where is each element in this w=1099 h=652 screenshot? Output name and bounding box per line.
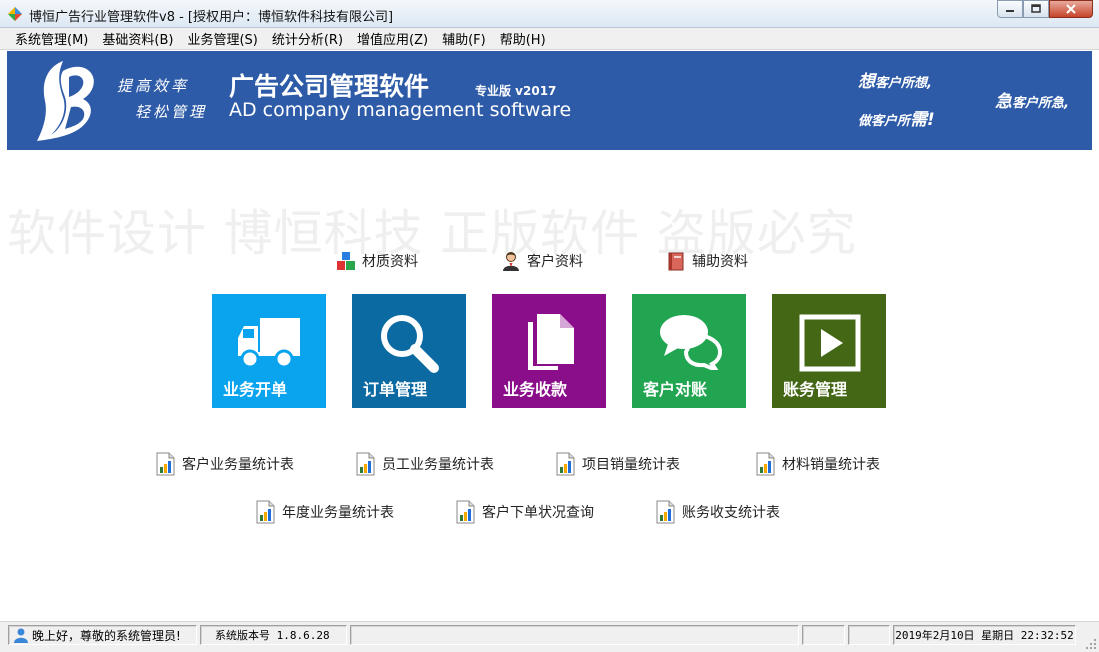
tile-new-order[interactable]: 业务开单 xyxy=(212,294,326,408)
book-icon xyxy=(668,252,684,271)
report-chart-icon xyxy=(556,452,575,476)
chat-bubbles-icon xyxy=(660,315,722,370)
tagline-1: 想客户所想, xyxy=(858,72,932,92)
status-bar: 晚上好，尊敬的系统管理员! 系统版本号 1.8.6.28 2019年2月10日 … xyxy=(0,621,1099,652)
report-chart-icon xyxy=(256,500,275,524)
close-icon xyxy=(1066,4,1076,14)
tagline-3: 急客户所急, xyxy=(995,92,1069,112)
quick-link-label: 辅助资料 xyxy=(692,254,748,270)
report-project-sales[interactable]: 项目销量统计表 xyxy=(555,452,680,476)
quick-link-customer[interactable]: 客户资料 xyxy=(501,251,583,271)
slogan-line-1: 提高效率 xyxy=(117,77,190,95)
restore-button[interactable] xyxy=(1023,0,1049,18)
menu-business[interactable]: 业务管理(S) xyxy=(180,29,264,48)
app-icon xyxy=(8,7,22,21)
report-label: 项目销量统计表 xyxy=(582,457,680,473)
title-bar[interactable]: 博恒广告行业管理软件v8 - [授权用户：博恒软件科技有限公司] xyxy=(0,0,1099,28)
menu-statistics[interactable]: 统计分析(R) xyxy=(265,29,350,48)
customer-person-icon xyxy=(503,252,519,271)
magnifier-icon xyxy=(381,315,439,373)
report-label: 年度业务量统计表 xyxy=(282,505,394,521)
tile-accounts-management[interactable]: 账务管理 xyxy=(772,294,886,408)
report-chart-icon xyxy=(156,452,175,476)
main-content: 软件设计 博恒科技 正版软件 盗版必究 材质资料 客户资料 辅助资料 业务开单 … xyxy=(7,150,1092,620)
quick-link-label: 材质资料 xyxy=(362,254,418,270)
report-employee-volume[interactable]: 员工业务量统计表 xyxy=(355,452,494,476)
tile-order-management[interactable]: 订单管理 xyxy=(352,294,466,408)
greeting-text: 晚上好，尊敬的系统管理员! xyxy=(32,628,181,643)
close-button[interactable] xyxy=(1049,0,1093,18)
status-empty-3 xyxy=(848,625,890,645)
product-name: 广告公司管理软件 xyxy=(229,72,430,101)
status-version: 系统版本号 1.8.6.28 xyxy=(200,625,347,645)
report-chart-icon xyxy=(756,452,775,476)
tile-label: 业务收款 xyxy=(503,380,568,399)
material-blocks-icon xyxy=(337,252,355,270)
report-chart-icon xyxy=(456,500,475,524)
report-label: 客户业务量统计表 xyxy=(182,457,294,473)
report-income-expense[interactable]: 账务收支统计表 xyxy=(655,500,780,524)
report-chart-icon xyxy=(356,452,375,476)
report-material-sales[interactable]: 材料销量统计表 xyxy=(755,452,880,476)
tile-label: 客户对账 xyxy=(643,380,708,399)
report-customer-orders[interactable]: 客户下单状况查询 xyxy=(455,500,594,524)
documents-icon xyxy=(528,314,574,370)
quick-link-auxiliary[interactable]: 辅助资料 xyxy=(666,251,748,271)
product-name-en: AD company management software xyxy=(229,99,572,121)
menu-auxiliary[interactable]: 辅助(F) xyxy=(435,29,493,48)
report-label: 客户下单状况查询 xyxy=(482,505,594,521)
status-empty-2 xyxy=(802,625,845,645)
tagline-2: 做客户所需! xyxy=(858,110,935,130)
minimize-icon xyxy=(1006,10,1014,12)
menu-system[interactable]: 系统管理(M) xyxy=(8,29,95,48)
menu-bar: 系统管理(M) 基础资料(B) 业务管理(S) 统计分析(R) 增值应用(Z) … xyxy=(0,28,1099,50)
play-icon xyxy=(799,314,861,372)
report-annual-volume[interactable]: 年度业务量统计表 xyxy=(255,500,394,524)
quick-link-material[interactable]: 材质资料 xyxy=(336,251,418,271)
report-label: 员工业务量统计表 xyxy=(382,457,494,473)
report-label: 材料销量统计表 xyxy=(782,457,880,473)
resize-grip-icon[interactable] xyxy=(1085,638,1097,650)
user-icon xyxy=(14,628,28,643)
tile-label: 业务开单 xyxy=(223,380,288,399)
tile-customer-reconciliation[interactable]: 客户对账 xyxy=(632,294,746,408)
menu-help[interactable]: 帮助(H) xyxy=(493,29,553,48)
window-title: 博恒广告行业管理软件v8 - [授权用户：博恒软件科技有限公司] xyxy=(29,10,394,25)
tile-label: 订单管理 xyxy=(363,380,428,399)
truck-icon xyxy=(238,318,300,369)
restore-icon xyxy=(1031,4,1041,13)
status-greeting: 晚上好，尊敬的系统管理员! xyxy=(8,625,197,645)
slogan-line-2: 轻松管理 xyxy=(135,103,208,121)
status-datetime: 2019年2月10日 星期日 22:32:52 xyxy=(893,625,1076,645)
report-chart-icon xyxy=(656,500,675,524)
brand-logo xyxy=(37,61,94,141)
tile-collections[interactable]: 业务收款 xyxy=(492,294,606,408)
tile-label: 账务管理 xyxy=(783,380,848,399)
report-label: 账务收支统计表 xyxy=(682,505,780,521)
quick-link-label: 客户资料 xyxy=(527,254,583,270)
report-customer-volume[interactable]: 客户业务量统计表 xyxy=(155,452,294,476)
minimize-button[interactable] xyxy=(997,0,1023,18)
product-edition: 专业版 v2017 xyxy=(475,84,557,98)
header-banner: 提高效率 轻松管理 广告公司管理软件 专业版 v2017 AD company … xyxy=(7,51,1092,150)
menu-value-added[interactable]: 增值应用(Z) xyxy=(350,29,435,48)
status-empty-1 xyxy=(350,625,799,645)
menu-basic-data[interactable]: 基础资料(B) xyxy=(95,29,180,48)
